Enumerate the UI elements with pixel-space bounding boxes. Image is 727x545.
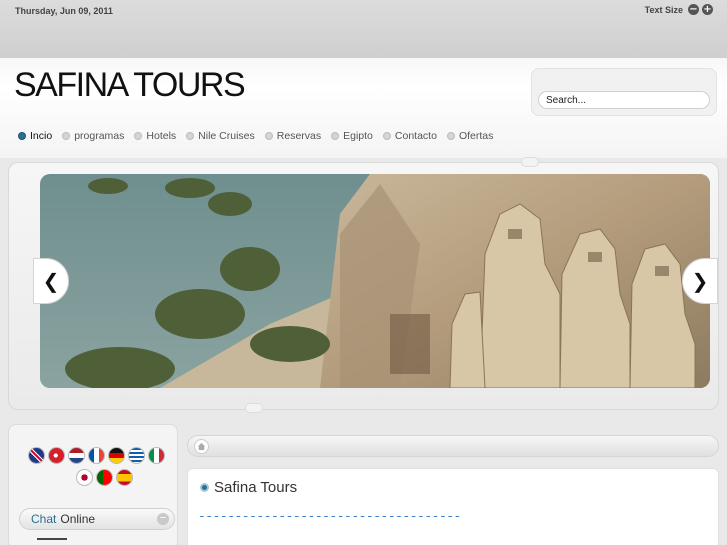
home-glyph-icon — [197, 442, 206, 451]
italian-flag-icon[interactable] — [148, 447, 165, 464]
title-bullet-icon — [200, 483, 209, 492]
nav-bullet-icon — [18, 132, 26, 140]
portuguese-flag-icon[interactable] — [96, 469, 113, 486]
nav-item-reservas[interactable]: Reservas — [264, 130, 322, 142]
german-flag-icon[interactable] — [108, 447, 125, 464]
article-box: Safina Tours ---------------------------… — [187, 468, 719, 545]
online-label: Online — [60, 512, 96, 526]
slideshow-panel: ❮ ❯ — [8, 157, 719, 413]
nav-bullet-icon — [62, 132, 71, 140]
main-nav: Incio programas Hotels Nile Cruises Rese… — [18, 130, 493, 142]
english-flag-icon[interactable] — [28, 447, 45, 464]
slider-knob-decoration — [521, 157, 539, 167]
nav-item-ofertas[interactable]: Ofertas — [446, 130, 494, 142]
nav-item-label: programas — [74, 130, 125, 142]
slideshow-image — [40, 174, 710, 388]
article-title-text: Safina Tours — [214, 479, 298, 496]
search-panel — [531, 68, 717, 116]
search-input[interactable] — [538, 91, 710, 109]
nav-bullet-icon — [382, 132, 391, 140]
nav-item-contacto[interactable]: Contacto — [382, 130, 437, 142]
japanese-flag-icon[interactable] — [76, 469, 93, 486]
nav-item-programas[interactable]: programas — [62, 130, 124, 142]
article-title: Safina Tours — [200, 479, 297, 496]
greek-flag-icon[interactable] — [128, 447, 145, 464]
breadcrumb — [187, 435, 719, 457]
nav-bullet-icon — [134, 132, 143, 140]
main-content: Safina Tours ---------------------------… — [183, 424, 719, 545]
decrease-text-size-button[interactable]: − — [688, 4, 699, 15]
home-icon[interactable] — [194, 439, 209, 454]
nav-item-label: Incio — [30, 130, 53, 142]
nav-item-label: Egipto — [343, 130, 373, 142]
header: SAFINA TOURS Incio programas Hotels Nile… — [0, 58, 727, 158]
language-flags-row2 — [76, 469, 133, 486]
chat-online-button[interactable]: Chat Online − — [19, 508, 175, 530]
nav-item-label: Nile Cruises — [198, 130, 255, 142]
abu-simbel-photo — [40, 174, 710, 388]
nav-item-incio[interactable]: Incio — [18, 130, 52, 142]
nav-bullet-icon — [264, 132, 273, 140]
nav-item-label: Reservas — [276, 130, 322, 142]
slider-knob-decoration — [245, 403, 263, 413]
turkish-flag-icon[interactable] — [48, 447, 65, 464]
sidebar-panel: Chat Online − — [8, 424, 178, 545]
text-size-label: Text Size — [644, 4, 683, 15]
nav-item-hotels[interactable]: Hotels — [134, 130, 176, 142]
chat-label: Chat — [31, 512, 57, 526]
text-size-control: Text Size − + — [645, 4, 713, 15]
site-logo[interactable]: SAFINA TOURS — [14, 66, 246, 105]
nav-item-label: Contacto — [394, 130, 437, 142]
nav-item-egipto[interactable]: Egipto — [331, 130, 373, 142]
top-bar: Thursday, Jun 09, 2011 Text Size − + — [0, 0, 727, 58]
collapse-icon[interactable]: − — [157, 513, 169, 525]
spanish-flag-icon[interactable] — [116, 469, 133, 486]
nav-item-nile-cruises[interactable]: Nile Cruises — [186, 130, 255, 142]
sidebar-next-item-fragment — [37, 538, 67, 544]
language-flags — [28, 447, 178, 464]
increase-text-size-button[interactable]: + — [702, 4, 713, 15]
nav-item-label: Hotels — [146, 130, 177, 142]
nav-bullet-icon — [186, 132, 195, 140]
nav-item-label: Ofertas — [458, 130, 494, 142]
french-flag-icon[interactable] — [88, 447, 105, 464]
current-date: Thursday, Jun 09, 2011 — [15, 6, 113, 16]
dashed-divider: ------------------------------------ — [198, 509, 461, 524]
nav-bullet-icon — [331, 132, 340, 140]
dutch-flag-icon[interactable] — [68, 447, 85, 464]
nav-bullet-icon — [446, 132, 455, 140]
